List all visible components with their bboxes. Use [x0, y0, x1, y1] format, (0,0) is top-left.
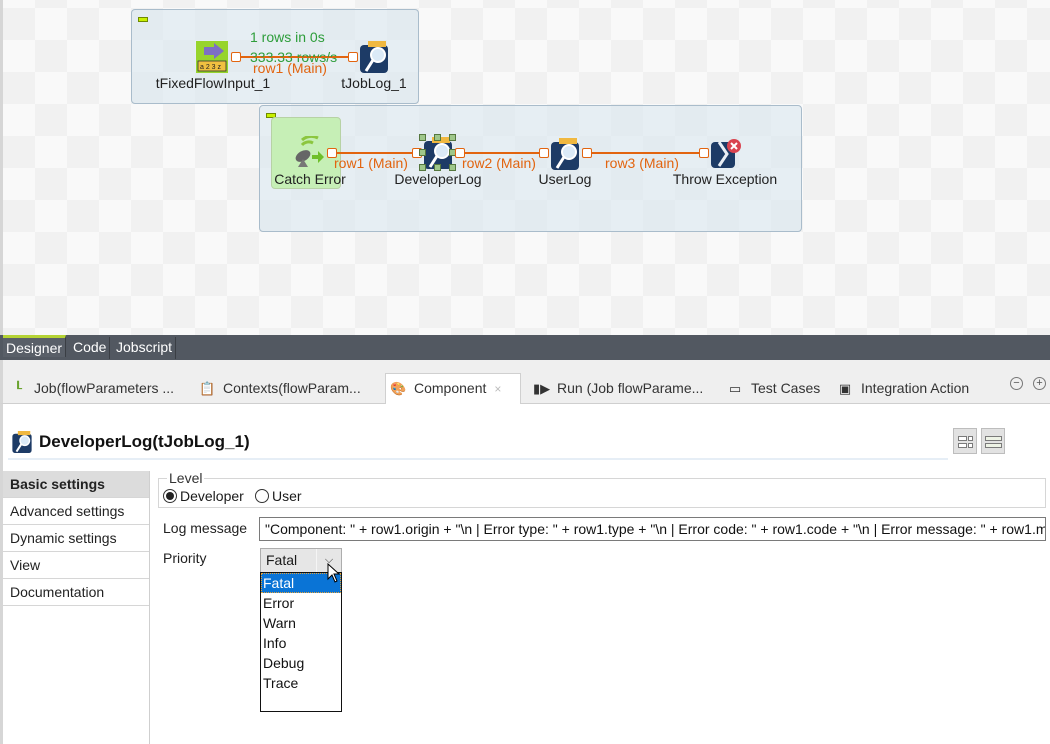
subjob-collapse-toggle[interactable] — [138, 17, 148, 22]
radio-user[interactable]: User — [255, 488, 302, 504]
option-warn[interactable]: Warn — [261, 613, 341, 633]
job-icon: ┖ — [14, 381, 22, 396]
component-panel: DeveloperLog(tJobLog_1) Basic settings A… — [0, 404, 1050, 744]
table-layout-button[interactable] — [953, 428, 977, 454]
tab-label: Integration Action — [861, 380, 970, 396]
job-log-icon — [551, 138, 579, 170]
selection-handle[interactable] — [419, 164, 426, 171]
fixed-flow-input-icon: a 2 3 z — [196, 41, 228, 73]
selection-handle[interactable] — [449, 164, 456, 171]
output-port[interactable] — [231, 52, 241, 62]
stacked-layout-button[interactable] — [981, 428, 1005, 454]
log-message-input[interactable]: "Component: " + row1.origin + "\n | Erro… — [259, 517, 1046, 541]
tab-jobscript[interactable]: Jobscript — [113, 337, 177, 359]
link-row3[interactable] — [592, 152, 700, 154]
radio-unchecked-icon — [255, 489, 269, 503]
contexts-icon: 📋 — [199, 381, 216, 396]
basic-settings-form: Level Developer User Log message "Compon… — [158, 464, 1048, 744]
component-userlog[interactable] — [549, 138, 581, 170]
priority-dropdown-list: Fatal Error Warn Info Debug Trace — [260, 572, 342, 712]
radio-checked-icon — [163, 489, 177, 503]
radio-label: Developer — [180, 488, 244, 504]
nav-documentation[interactable]: Documentation — [3, 579, 149, 606]
selection-handle[interactable] — [434, 134, 441, 141]
nav-basic-settings[interactable]: Basic settings — [3, 471, 149, 498]
component-label: UserLog — [538, 171, 592, 187]
tab-code[interactable]: Code — [70, 337, 111, 359]
tab-label: Run (Job flowParame... — [557, 380, 704, 396]
mouse-cursor-icon — [327, 563, 341, 583]
svg-text:a 2 3 z: a 2 3 z — [200, 64, 222, 71]
nav-advanced-settings[interactable]: Advanced settings — [3, 498, 149, 525]
link-label: row1 (Main) — [334, 155, 408, 171]
catch-error-icon — [295, 136, 324, 167]
tab-component[interactable]: 🎨 Component × — [385, 373, 521, 405]
component-label: tFixedFlowInput_1 — [155, 75, 271, 91]
minimize-button[interactable]: − — [1010, 377, 1023, 390]
designer-canvas[interactable]: a 2 3 z tFixedFlowInput_1 1 rows in 0s 3… — [0, 0, 1050, 335]
option-info[interactable]: Info — [261, 633, 341, 653]
panel-header: DeveloperLog(tJobLog_1) — [8, 428, 948, 460]
nav-view[interactable]: View — [3, 552, 149, 579]
tab-job[interactable]: ┖ Job(flowParameters ... — [6, 374, 174, 404]
component-label: Catch Error — [274, 171, 346, 187]
radio-label: User — [272, 488, 302, 504]
component-label: tJobLog_1 — [341, 75, 407, 91]
selection-handle[interactable] — [449, 134, 456, 141]
panel-title: DeveloperLog(tJobLog_1) — [39, 432, 250, 451]
level-group: Level Developer User — [158, 470, 1046, 508]
link-label: row2 (Main) — [462, 155, 536, 171]
tab-contexts[interactable]: 📋 Contexts(flowParam... — [195, 374, 361, 404]
component-tjoblog[interactable] — [358, 41, 390, 73]
tab-run[interactable]: ▮▶ Run (Job flowParame... — [529, 374, 703, 404]
tab-label: Job(flowParameters ... — [34, 380, 175, 396]
close-icon[interactable]: × — [494, 382, 501, 396]
maximize-button[interactable]: + — [1033, 377, 1046, 390]
priority-label: Priority — [163, 550, 207, 566]
throw-exception-icon — [711, 139, 741, 168]
priority-value: Fatal — [266, 552, 298, 568]
input-port[interactable] — [699, 148, 709, 158]
run-icon: ▮▶ — [533, 381, 551, 396]
component-throw-exception[interactable] — [709, 138, 743, 170]
selection-handle[interactable] — [419, 149, 426, 156]
tab-label: Component — [414, 380, 487, 396]
component-label: DeveloperLog — [394, 171, 482, 187]
link-row2[interactable] — [465, 152, 540, 154]
component-tfixedflowinput[interactable]: a 2 3 z — [196, 41, 230, 73]
tab-label: Test Cases — [751, 380, 821, 396]
selection-handle[interactable] — [434, 164, 441, 171]
component-label: Throw Exception — [672, 171, 778, 187]
views-tab-bar: ┖ Job(flowParameters ... 📋 Contexts(flowPa… — [0, 360, 1050, 405]
input-port[interactable] — [348, 52, 358, 62]
option-debug[interactable]: Debug — [261, 653, 341, 673]
tab-designer[interactable]: Designer — [3, 335, 67, 357]
link-label: row1 (Main) — [253, 60, 327, 76]
nav-dynamic-settings[interactable]: Dynamic settings — [3, 525, 149, 552]
input-port[interactable] — [539, 148, 549, 158]
job-log-icon — [12, 431, 32, 453]
link-label: row3 (Main) — [605, 155, 679, 171]
tab-label: Contexts(flowParam... — [223, 380, 361, 396]
test-cases-icon: ▭ — [728, 381, 742, 396]
settings-nav: Basic settings Advanced settings Dynamic… — [3, 471, 150, 744]
job-log-icon — [360, 41, 388, 73]
tab-integration-action[interactable]: ▣ Integration Action — [833, 374, 969, 404]
log-message-label: Log message — [163, 520, 248, 536]
radio-developer[interactable]: Developer — [163, 488, 244, 504]
link-stats-rows: 1 rows in 0s — [250, 29, 325, 45]
option-error[interactable]: Error — [261, 593, 341, 613]
integration-action-icon: ▣ — [838, 381, 852, 396]
tab-test-cases[interactable]: ▭ Test Cases — [723, 374, 820, 404]
link-row1[interactable] — [337, 152, 412, 154]
selection-handle[interactable] — [419, 134, 426, 141]
output-port[interactable] — [582, 148, 592, 158]
editor-tab-bar: Designer Code Jobscript — [0, 335, 1050, 360]
option-trace[interactable]: Trace — [261, 673, 341, 693]
palette-icon: 🎨 — [390, 381, 407, 396]
level-legend: Level — [167, 470, 205, 486]
